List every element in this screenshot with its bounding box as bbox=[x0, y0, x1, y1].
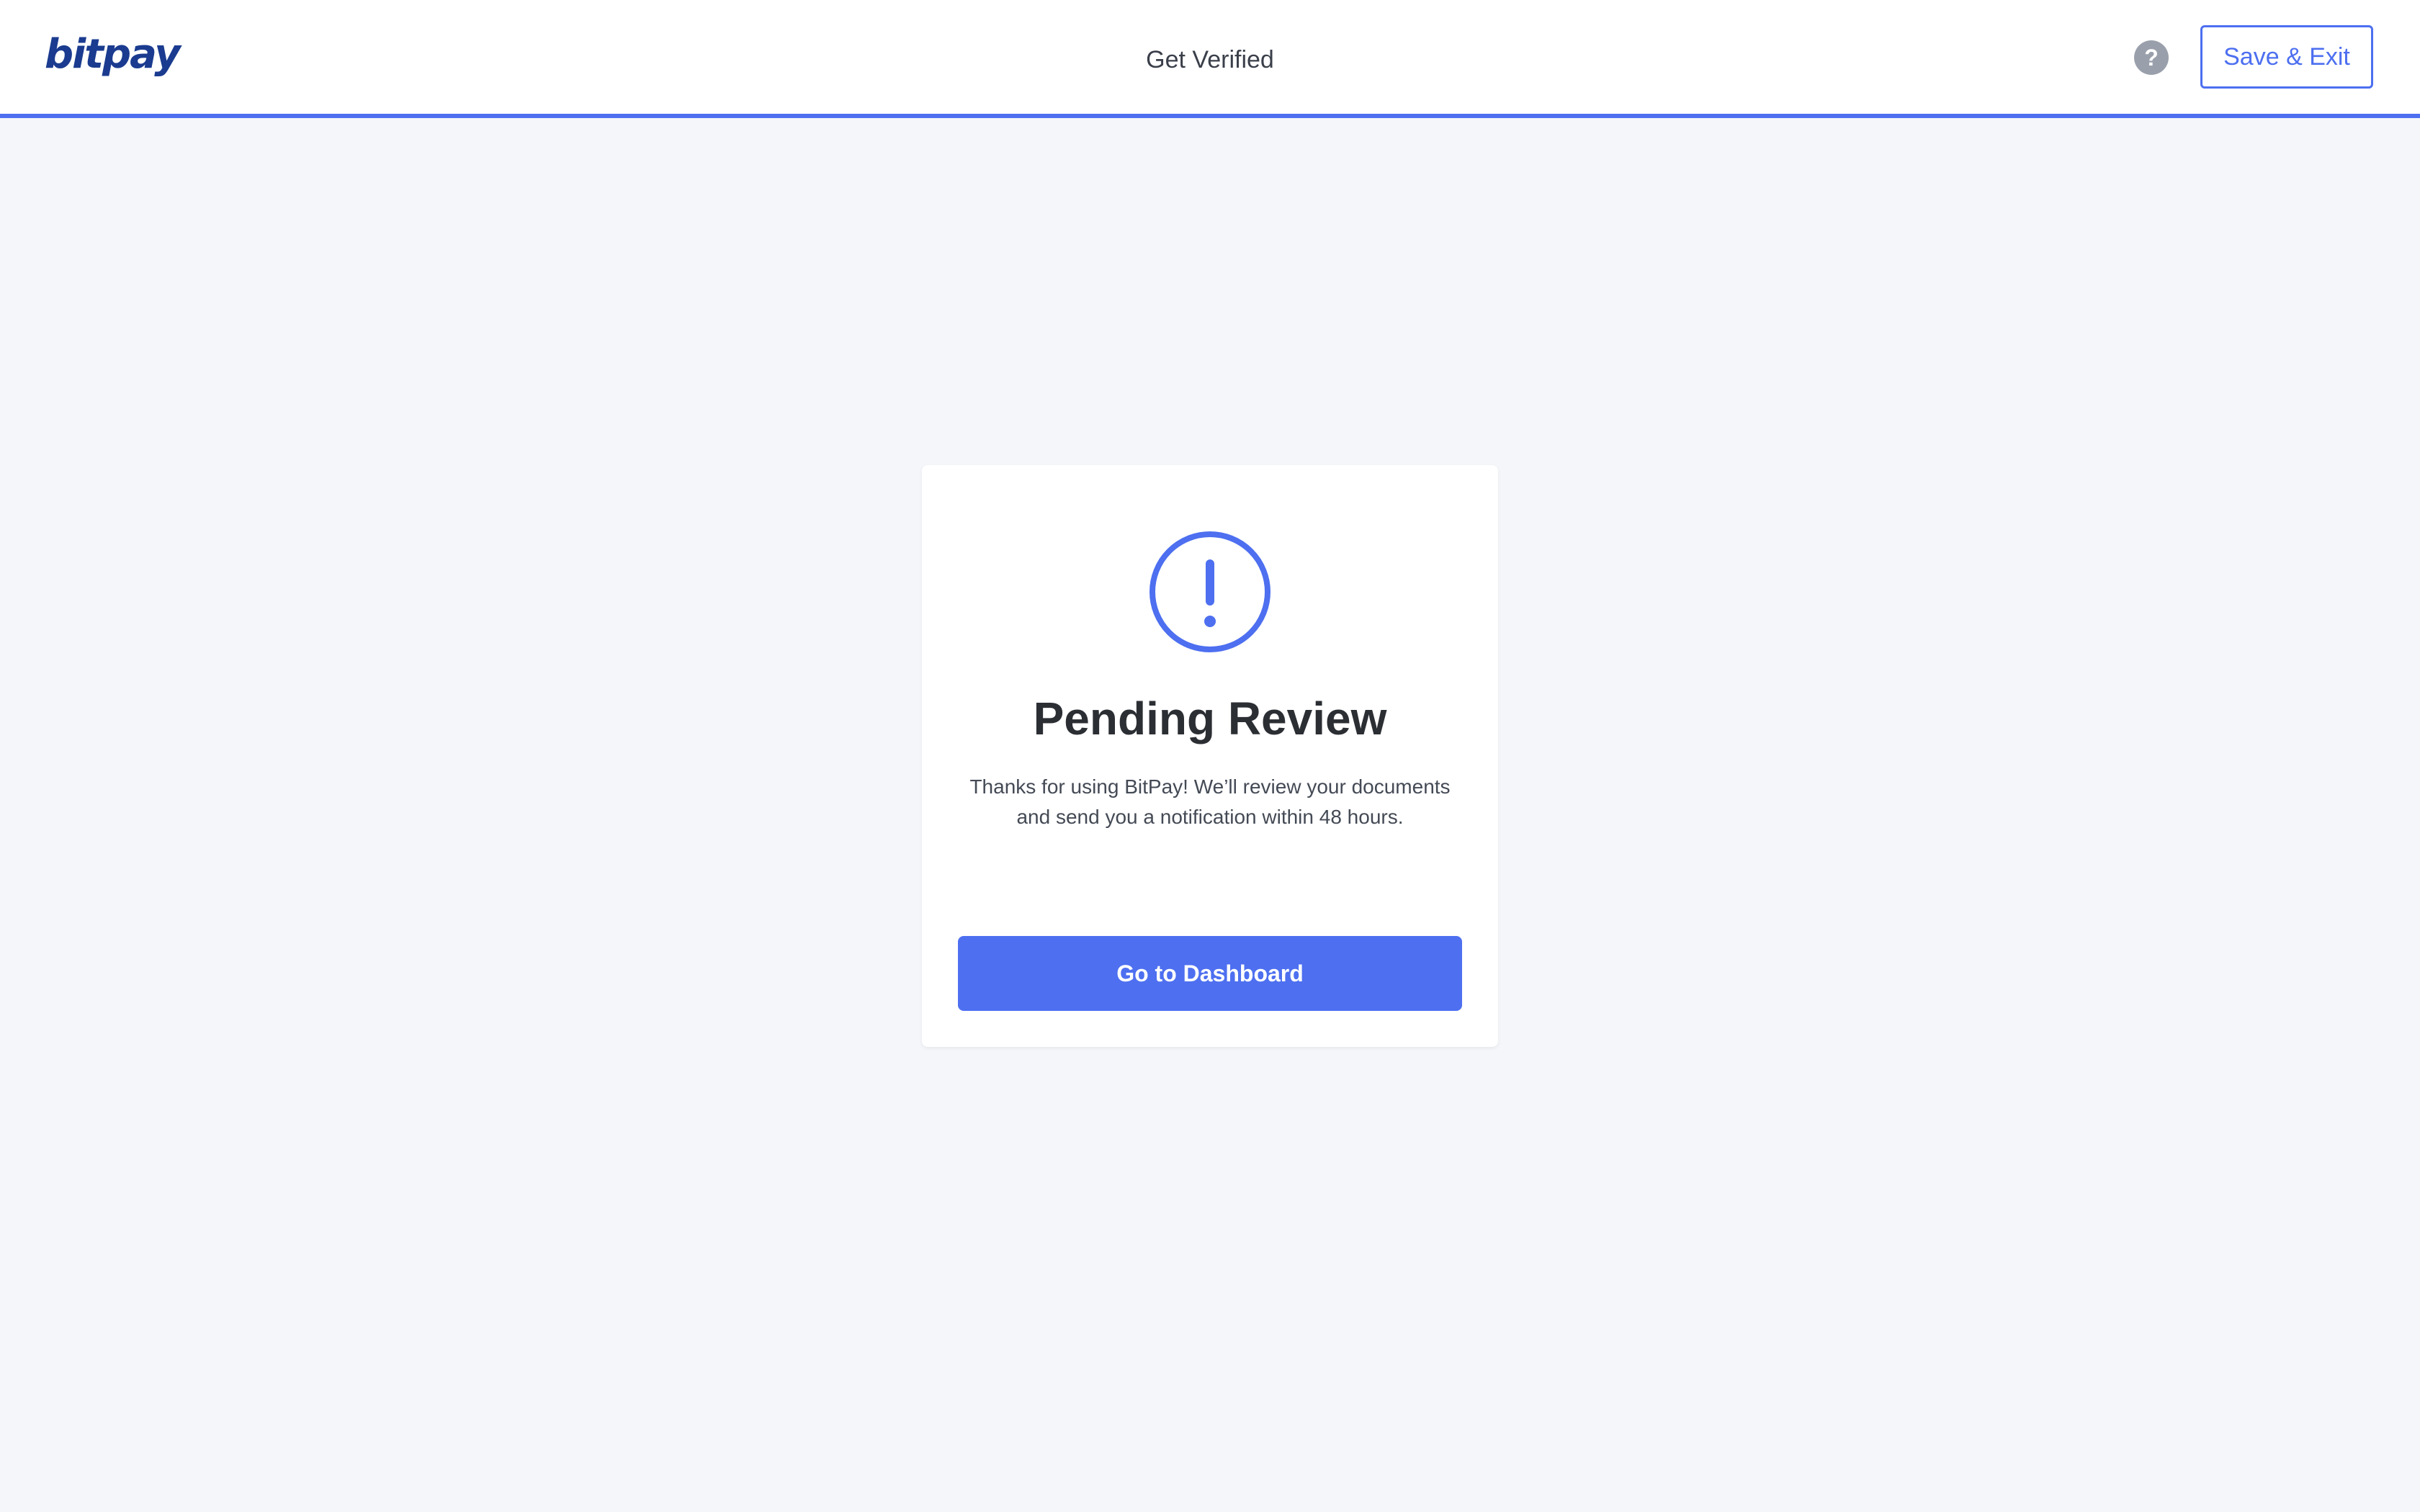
page-title: Get Verified bbox=[1146, 46, 1274, 73]
exclamation-circle-icon bbox=[1150, 531, 1270, 652]
pending-review-card: Pending Review Thanks for using BitPay! … bbox=[922, 465, 1498, 1047]
save-and-exit-button[interactable]: Save & Exit bbox=[2200, 25, 2373, 89]
bitpay-logo[interactable]: bitpay bbox=[45, 26, 181, 84]
top-bar: bitpay Get Verified ? Save & Exit bbox=[0, 0, 2420, 118]
card-description: Thanks for using BitPay! We’ll review yo… bbox=[951, 772, 1469, 832]
help-icon[interactable]: ? bbox=[2134, 40, 2169, 75]
go-to-dashboard-button[interactable]: Go to Dashboard bbox=[958, 936, 1462, 1011]
card-title: Pending Review bbox=[1033, 693, 1387, 744]
description-line: and send you a notification within 48 ho… bbox=[1016, 806, 1404, 828]
description-line: Thanks for using BitPay! We’ll review yo… bbox=[969, 775, 1451, 798]
